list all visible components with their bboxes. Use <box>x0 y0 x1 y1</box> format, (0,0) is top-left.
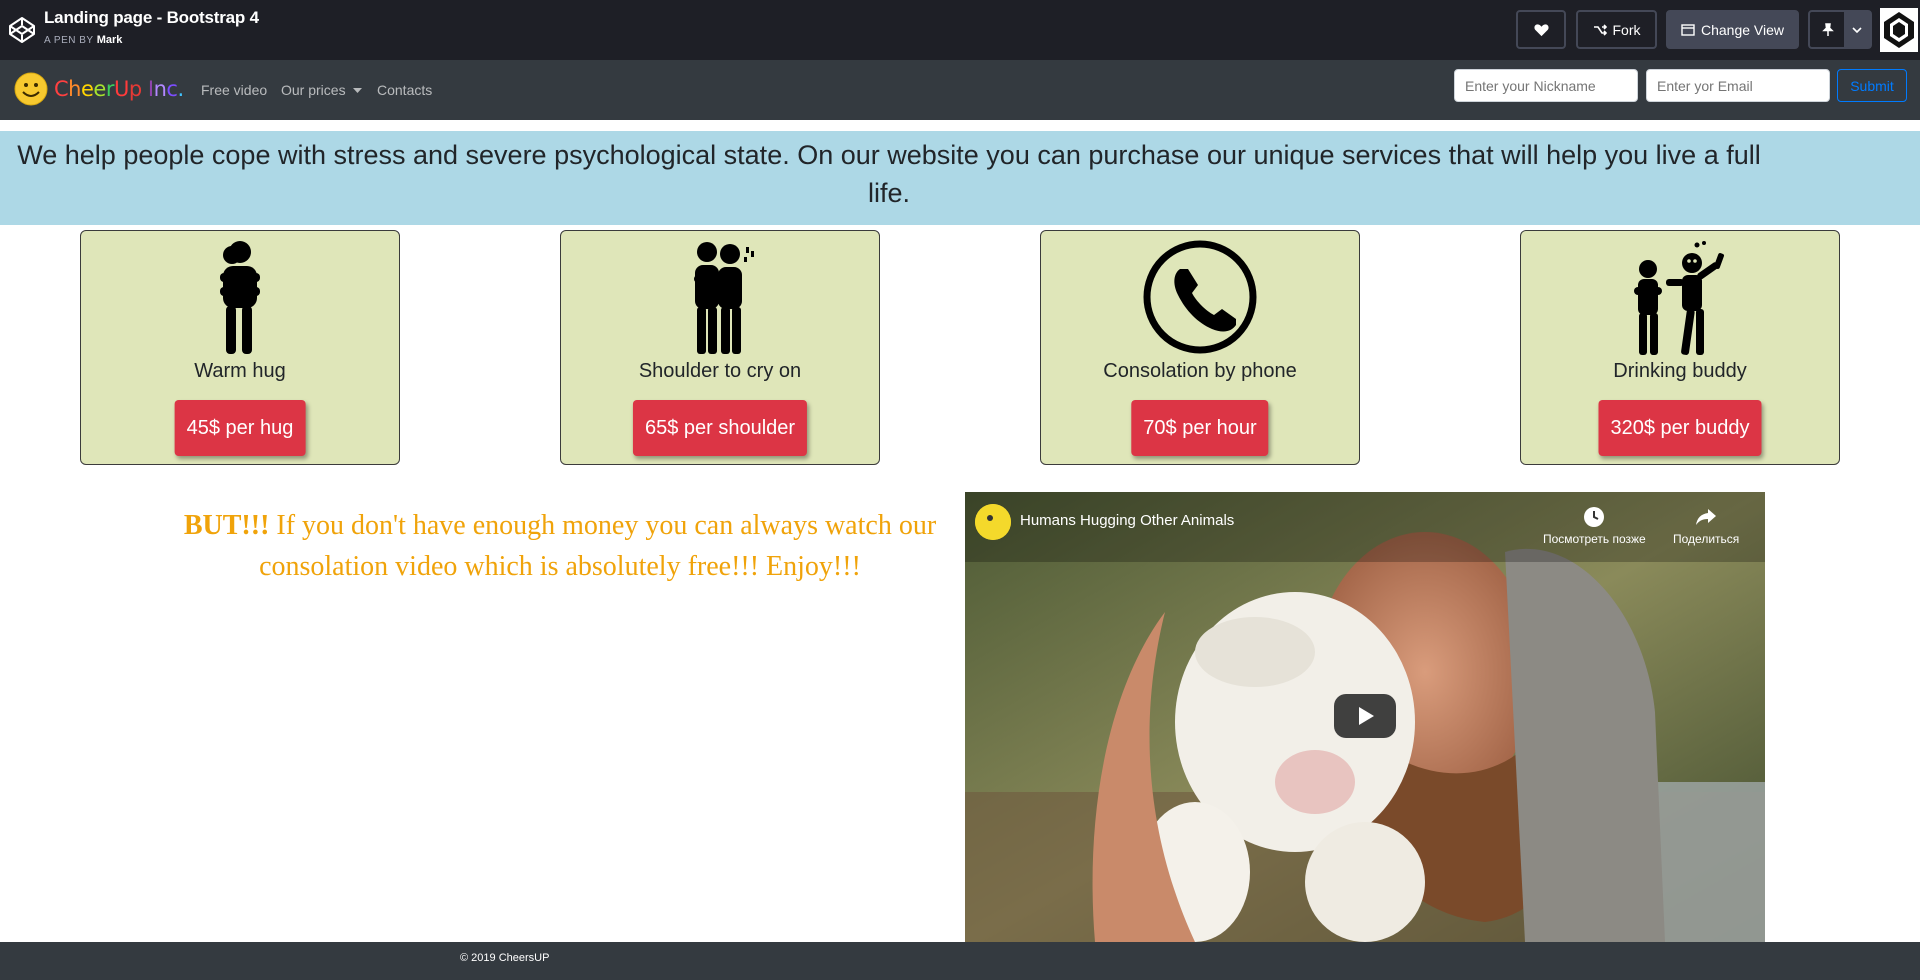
play-icon <box>1359 707 1374 725</box>
brand-letter: h <box>68 77 81 101</box>
share-icon <box>1696 509 1717 525</box>
heart-button[interactable] <box>1516 10 1566 49</box>
pen-title[interactable]: Landing page - Bootstrap 4 <box>44 8 259 28</box>
change-view-button[interactable]: Change View <box>1666 10 1799 49</box>
service-card-shoulder: Shoulder to cry on 65$ per shoulder <box>560 230 880 465</box>
layout-icon <box>1681 23 1695 36</box>
price-button[interactable]: 70$ per hour <box>1131 400 1269 456</box>
submit-button[interactable]: Submit <box>1837 69 1907 102</box>
price-button[interactable]: 320$ per buddy <box>1598 400 1762 456</box>
price-button[interactable]: 45$ per hug <box>174 400 306 456</box>
phone-icon <box>1143 240 1257 354</box>
share-button[interactable]: Поделиться <box>1673 506 1739 546</box>
nav-dropdown-prices[interactable]: Our prices <box>281 82 363 98</box>
byline-prefix: A PEN BY <box>44 35 94 46</box>
brand-letter: e <box>80 77 94 101</box>
fork-button[interactable]: Fork <box>1576 10 1657 49</box>
service-card-phone: Consolation by phone 70$ per hour <box>1040 230 1360 465</box>
pin-icon <box>1822 22 1834 36</box>
channel-logo-icon <box>975 504 1011 540</box>
service-card-drinking-buddy: Drinking buddy 320$ per buddy <box>1520 230 1840 465</box>
brand-letter: p <box>128 77 142 101</box>
user-avatar[interactable] <box>1880 8 1918 52</box>
hug-icon <box>220 241 260 354</box>
video-player[interactable]: Humans Hugging Other Animals Посмотреть … <box>965 492 1765 942</box>
clock-icon <box>1584 507 1605 527</box>
service-card-warm-hug: Warm hug 45$ per hug <box>80 230 400 465</box>
nickname-input[interactable] <box>1454 69 1638 102</box>
codepen-header: Landing page - Bootstrap 4 A PEN BY Mark… <box>0 0 1920 60</box>
brand-letter: c <box>166 77 178 101</box>
service-label: Shoulder to cry on <box>638 360 802 382</box>
watch-later-button[interactable]: Посмотреть позже <box>1543 506 1646 546</box>
price-button[interactable]: 65$ per shoulder <box>632 400 808 456</box>
intro-banner: We help people cope with stress and seve… <box>0 131 1920 225</box>
brand-letter: C <box>54 77 69 101</box>
pen-author[interactable]: Mark <box>97 34 123 46</box>
avatar-icon <box>1880 8 1918 52</box>
brand-letter: n <box>153 77 167 101</box>
free-video-promo: BUT!!! If you don't have enough money yo… <box>160 505 960 587</box>
heart-icon <box>1533 23 1549 36</box>
pen-byline: A PEN BY Mark <box>44 34 122 46</box>
intro-text: We help people cope with stress and seve… <box>17 140 1761 208</box>
brand-letter: e <box>93 77 106 101</box>
chevron-down-icon <box>1852 26 1862 33</box>
pin-dropdown[interactable] <box>1844 12 1870 47</box>
brand-letter: U <box>113 77 129 101</box>
codepen-logo-icon[interactable] <box>6 14 38 46</box>
service-label: Drinking buddy <box>1613 360 1747 382</box>
site-footer: © 2019 CheersUP <box>0 942 1920 980</box>
shoulder-icon <box>694 242 754 354</box>
service-label: Consolation by phone <box>1103 360 1297 382</box>
site-navbar: CheerUp Inc. Free video Our prices Conta… <box>0 60 1920 120</box>
video-title[interactable]: Humans Hugging Other Animals <box>1020 512 1234 529</box>
watch-later-label: Посмотреть позже <box>1543 532 1646 546</box>
fork-icon <box>1593 23 1607 36</box>
drinking-buddy-icon <box>1634 241 1724 355</box>
nav-link-contacts[interactable]: Contacts <box>377 82 432 98</box>
brand-name: CheerUp Inc. <box>54 77 184 101</box>
promo-text: If you don't have enough money you can a… <box>259 510 937 582</box>
promo-lead: BUT!!! <box>183 510 270 541</box>
play-button[interactable] <box>1334 694 1396 738</box>
nav-link-free-video[interactable]: Free video <box>201 82 267 98</box>
brand-letter: r <box>105 77 115 101</box>
brand[interactable]: CheerUp Inc. <box>14 72 184 106</box>
fork-label: Fork <box>1612 21 1641 38</box>
footer-text: © 2019 CheersUP <box>460 952 550 964</box>
service-label: Warm hug <box>194 360 286 382</box>
change-view-label: Change View <box>1700 21 1785 38</box>
channel-avatar[interactable] <box>975 504 1011 540</box>
nav-dropdown-label: Our prices <box>281 82 346 98</box>
smiley-logo-icon <box>14 72 48 106</box>
pin-button[interactable] <box>1808 10 1872 49</box>
caret-down-icon <box>353 88 363 94</box>
share-label: Поделиться <box>1673 532 1740 546</box>
brand-letter: . <box>177 77 184 101</box>
email-input[interactable] <box>1646 69 1830 102</box>
